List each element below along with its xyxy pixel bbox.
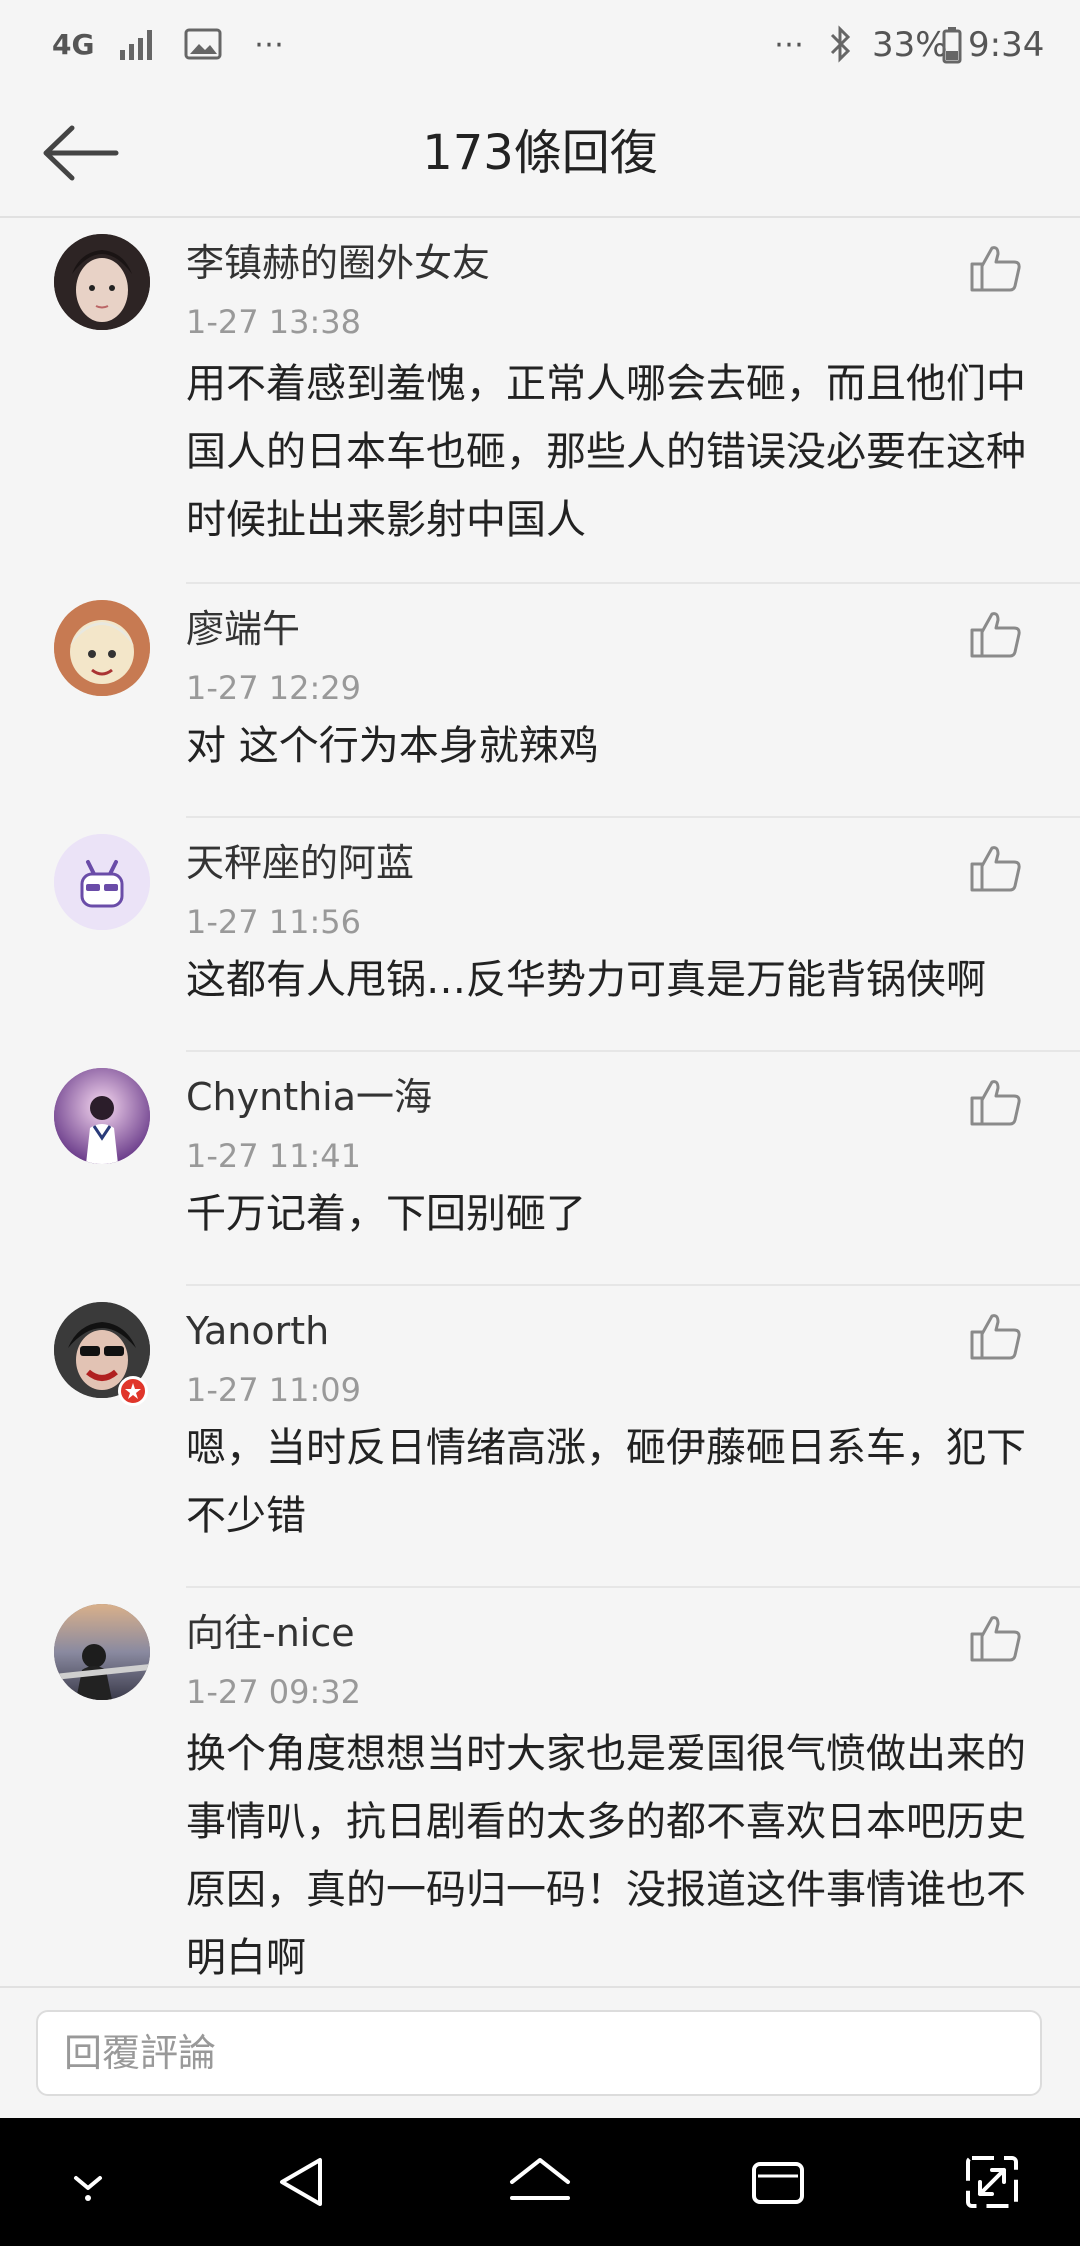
comment-item: Chynthia一海 1-27 11:41 千万记着，下回别砸了 xyxy=(0,1052,1080,1286)
back-icon xyxy=(280,2158,322,2206)
like-button[interactable] xyxy=(968,1610,1024,1666)
comment-item: 天秤座的阿蓝 1-27 11:56 这都有人甩锅…反华势力可真是万能背锅侠啊 xyxy=(0,818,1080,1052)
comment-text: 嗯，当时反日情绪高涨，砸伊藤砸日系车，犯下不少错 xyxy=(186,1425,1026,1539)
fullscreen-icon xyxy=(966,2156,1018,2208)
thumbs-up-icon xyxy=(970,612,1021,658)
clock: 9:34 xyxy=(968,25,1045,65)
nav-back-button[interactable] xyxy=(272,2152,332,2212)
recents-button[interactable] xyxy=(748,2152,808,2212)
thumbs-up-icon xyxy=(970,846,1021,892)
like-button[interactable] xyxy=(968,1308,1024,1364)
comment-username[interactable]: 天秤座的阿蓝 xyxy=(186,838,414,888)
header: 173條回復 xyxy=(0,90,1080,218)
page-title: 173條回復 xyxy=(422,125,658,181)
comment-time: 1-27 11:09 xyxy=(186,1371,362,1409)
more-dots-icon: ⋯ xyxy=(254,27,284,62)
network-4g-icon: 4G xyxy=(52,28,95,61)
avatar[interactable] xyxy=(54,600,150,696)
navigation-bar xyxy=(0,2118,1080,2246)
thumbs-up-icon xyxy=(970,1080,1021,1126)
avatar[interactable] xyxy=(54,1604,150,1700)
comment-time: 1-27 11:41 xyxy=(186,1137,362,1175)
bluetooth-icon xyxy=(826,24,854,70)
verified-badge-icon xyxy=(118,1376,148,1406)
comment-time: 1-27 11:56 xyxy=(186,903,362,941)
battery-percent: 33% xyxy=(872,25,948,65)
status-bar: 4G ⋯ ⋯ 33% 9:34 xyxy=(0,0,1080,90)
reply-input[interactable]: 回覆評論 xyxy=(36,2010,1042,2096)
avatar[interactable] xyxy=(54,234,150,330)
comment-username[interactable]: 向往-nice xyxy=(186,1608,355,1658)
comment-text: 这都有人甩锅…反华势力可真是万能背锅侠啊 xyxy=(186,957,986,1003)
home-icon xyxy=(510,2158,570,2200)
image-icon xyxy=(184,26,222,72)
comment-text: 对 这个行为本身就辣鸡 xyxy=(186,723,599,769)
like-button[interactable] xyxy=(968,240,1024,296)
comment-item: Yanorth 1-27 11:09 嗯，当时反日情绪高涨，砸伊藤砸日系车，犯下… xyxy=(0,1286,1080,1588)
signal-icon xyxy=(118,26,158,72)
comment-item: 廖端午 1-27 12:29 对 这个行为本身就辣鸡 xyxy=(0,584,1080,818)
thumbs-up-icon xyxy=(970,1314,1021,1360)
fullscreen-button[interactable] xyxy=(962,2152,1022,2212)
battery-icon xyxy=(942,26,962,72)
comment-list[interactable]: 李镇赫的圈外女友 1-27 13:38 用不着感到羞愧，正常人哪会去砸，而且他们… xyxy=(0,218,1080,1986)
avatar[interactable] xyxy=(54,834,150,930)
home-button[interactable] xyxy=(508,2152,570,2212)
like-button[interactable] xyxy=(968,1074,1024,1130)
comment-item: 李镇赫的圈外女友 1-27 13:38 用不着感到羞愧，正常人哪会去砸，而且他们… xyxy=(0,218,1080,584)
comment-time: 1-27 12:29 xyxy=(186,669,362,707)
thumbs-up-icon xyxy=(970,246,1021,292)
avatar[interactable] xyxy=(54,1068,150,1164)
comment-username[interactable]: Chynthia一海 xyxy=(186,1072,432,1122)
comment-text: 换个角度想想当时大家也是爱国很气愤做出来的事情叭，抗日剧看的太多的都不喜欢日本吧… xyxy=(186,1731,1026,1981)
comment-username[interactable]: Yanorth xyxy=(186,1306,329,1356)
comment-text: 用不着感到羞愧，正常人哪会去砸，而且他们中国人的日本车也砸，那些人的错误没必要在… xyxy=(186,361,1026,543)
hide-keyboard-button[interactable] xyxy=(58,2152,118,2212)
reply-bar: 回覆評論 xyxy=(0,1986,1080,2120)
hide-keyboard-icon xyxy=(74,2176,102,2201)
back-button[interactable] xyxy=(36,118,126,188)
recents-icon xyxy=(752,2162,804,2204)
comment-item: 向往-nice 1-27 09:32 换个角度想想当时大家也是爱国很气愤做出来的… xyxy=(0,1588,1080,1986)
comment-time: 1-27 13:38 xyxy=(186,303,362,341)
comment-username[interactable]: 李镇赫的圈外女友 xyxy=(186,238,490,288)
like-button[interactable] xyxy=(968,840,1024,896)
comment-text: 千万记着，下回别砸了 xyxy=(186,1191,586,1237)
comment-username[interactable]: 廖端午 xyxy=(186,604,300,654)
thumbs-up-icon xyxy=(970,1616,1021,1662)
more-dots-icon: ⋯ xyxy=(774,27,804,62)
back-arrow-icon xyxy=(43,125,119,181)
comment-time: 1-27 09:32 xyxy=(186,1673,362,1711)
like-button[interactable] xyxy=(968,606,1024,662)
